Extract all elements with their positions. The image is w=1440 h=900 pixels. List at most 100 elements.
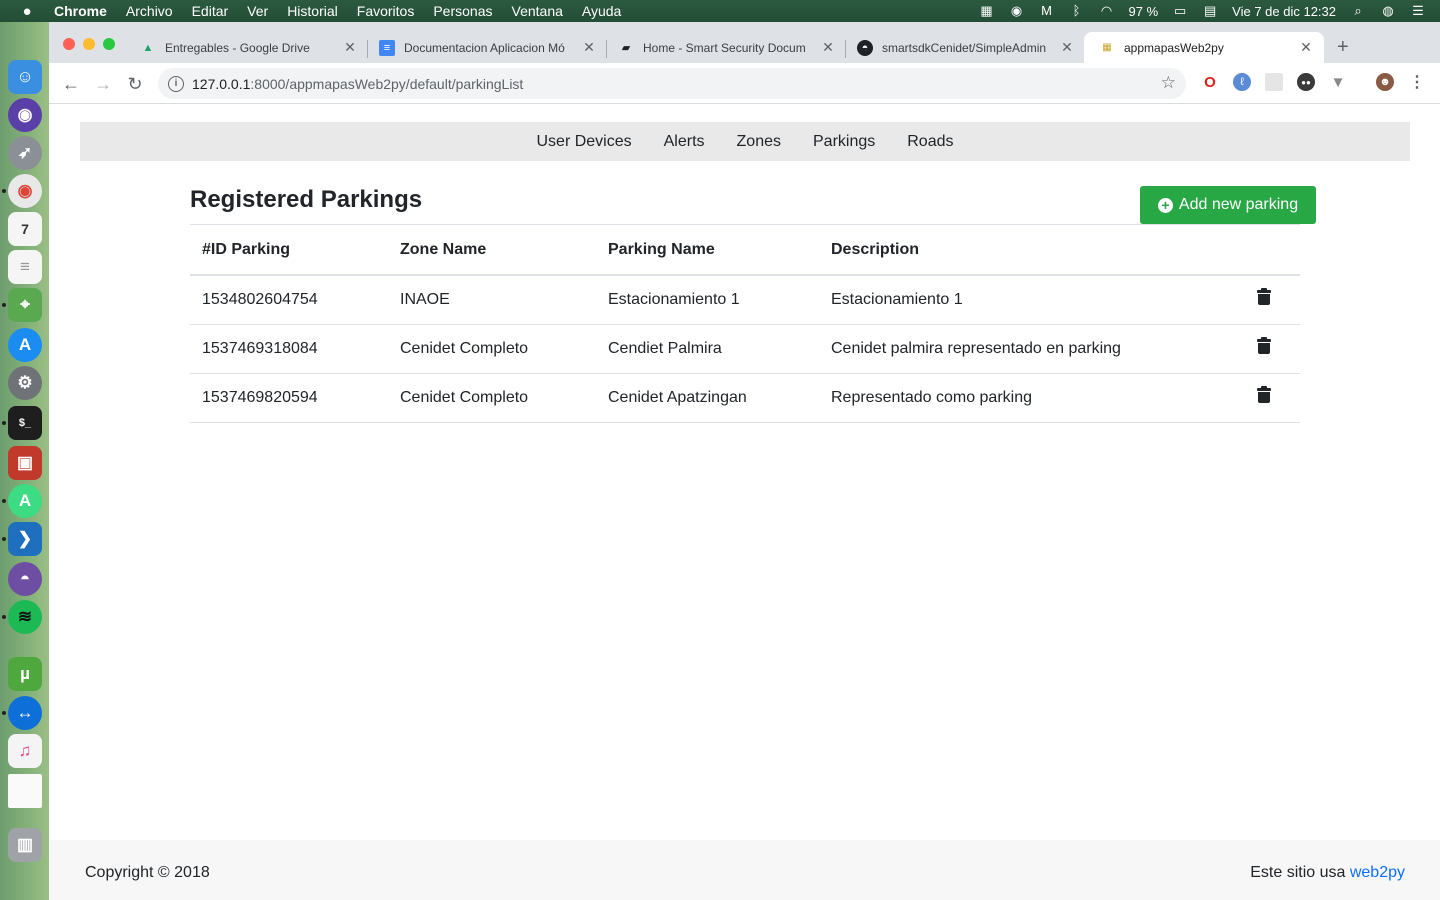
wifi-icon[interactable]: ◠ [1099, 4, 1115, 18]
main-navbar: User Devices Alerts Zones Parkings Roads [80, 122, 1410, 161]
url-path: :8000/appmapasWeb2py/default/parkingList [250, 75, 524, 92]
cell-description: Estacionamiento 1 [819, 275, 1245, 325]
terminal-icon[interactable]: $_ [8, 406, 42, 440]
photo-booth-icon[interactable]: ▣ [8, 446, 42, 480]
close-window-button[interactable] [63, 38, 75, 50]
menu-ayuda[interactable]: Ayuda [582, 3, 621, 19]
tab-documentacion[interactable]: ≡ Documentacion Aplicacion Mó ✕ [364, 32, 607, 63]
tab-github[interactable]: ◓ smartsdkCenidet/SimpleAdmin ✕ [842, 32, 1085, 63]
zoom-window-button[interactable] [103, 38, 115, 50]
add-parking-button[interactable]: + Add new parking [1140, 186, 1316, 224]
nav-zones[interactable]: Zones [737, 133, 781, 151]
menu-favoritos[interactable]: Favoritos [357, 3, 415, 19]
finder-icon[interactable]: ☺ [8, 60, 42, 94]
page-title: Registered Parkings [190, 186, 423, 213]
maps-icon[interactable]: ⌖ [8, 288, 42, 322]
android-studio-icon[interactable]: A [8, 484, 42, 518]
forward-button[interactable]: → [91, 72, 115, 96]
profile-avatar[interactable]: ☻ [1376, 73, 1394, 91]
menubar-clock[interactable]: Vie 7 de dic 12:32 [1232, 4, 1336, 19]
nav-user-devices[interactable]: User Devices [536, 133, 631, 151]
cell-zone: Cenidet Completo [388, 324, 596, 374]
tab-close-icon[interactable]: ✕ [1296, 39, 1316, 56]
menu-archivo[interactable]: Archivo [126, 3, 173, 19]
nav-roads[interactable]: Roads [907, 133, 953, 151]
github-desktop-icon[interactable]: ◓ [8, 562, 42, 596]
tab-title: appmapasWeb2py [1124, 40, 1224, 55]
delete-trash-icon[interactable] [1257, 386, 1271, 403]
itunes-icon[interactable]: ♫ [8, 734, 42, 768]
cell-actions [1245, 275, 1300, 325]
cell-parking-name: Cenidet Apatzingan [596, 373, 819, 423]
calendar-icon[interactable]: ▤ [1202, 4, 1218, 18]
app-store-icon[interactable]: A [8, 328, 42, 362]
tab-close-icon[interactable]: ✕ [1057, 39, 1077, 56]
plus-circle-icon: + [1157, 197, 1173, 213]
address-bar[interactable]: i 127.0.0.1:8000/appmapasWeb2py/default/… [158, 68, 1186, 99]
chrome-menu-icon[interactable]: ⋮ [1408, 73, 1426, 91]
menu-ventana[interactable]: Ventana [512, 3, 563, 19]
page-footer: Copyright © 2018 Este sitio usa web2py [49, 840, 1440, 900]
apple-menu-icon[interactable]: ● [0, 3, 54, 20]
minimize-window-button[interactable] [83, 38, 95, 50]
tab-close-icon[interactable]: ✕ [579, 39, 599, 56]
tab-strip: ▲ Entregables - Google Drive ✕ ≡ Documen… [49, 22, 1440, 63]
system-preferences-icon[interactable]: ⚙ [8, 366, 42, 400]
teamviewer-icon[interactable]: ↔ [8, 696, 42, 730]
recorder-extension-icon[interactable]: ●● [1297, 73, 1315, 91]
delete-trash-icon[interactable] [1257, 337, 1271, 354]
docker-icon[interactable]: ▦ [979, 4, 995, 18]
menu-editar[interactable]: Editar [192, 3, 229, 19]
launchpad-icon[interactable]: ➶ [8, 136, 42, 170]
teamviewer-status-icon[interactable]: ◉ [1009, 4, 1025, 18]
siri-icon[interactable]: ◍ [1380, 4, 1396, 18]
reminders-icon[interactable]: ≡ [8, 250, 42, 284]
cell-parking-name: Estacionamiento 1 [596, 275, 819, 325]
macos-menubar: ● Chrome Archivo Editar Ver Historial Fa… [0, 0, 1440, 22]
calendar-dock-icon[interactable]: 7 [8, 212, 42, 246]
table-row: 1534802604754 INAOE Estacionamiento 1 Es… [190, 275, 1300, 325]
bookmark-star-icon[interactable]: ☆ [1161, 73, 1176, 93]
tab-smart-security[interactable]: ▰ Home - Smart Security Docum ✕ [603, 32, 846, 63]
delete-trash-icon[interactable] [1257, 288, 1271, 306]
tab-close-icon[interactable]: ✕ [340, 39, 360, 56]
cell-zone: Cenidet Completo [388, 373, 596, 423]
url-host: 127.0.0.1 [192, 75, 251, 92]
bluetooth-icon[interactable]: ᛒ [1069, 4, 1085, 18]
battery-icon[interactable]: ▭ [1172, 4, 1188, 18]
new-tab-button[interactable]: + [1337, 36, 1349, 59]
spotlight-search-icon[interactable]: ⌕ [1350, 4, 1366, 18]
cell-description: Representado como parking [819, 373, 1245, 423]
menu-historial[interactable]: Historial [287, 3, 338, 19]
page-content: User Devices Alerts Zones Parkings Roads… [49, 104, 1440, 900]
cell-id: 1534802604754 [190, 275, 388, 325]
opera-extension-icon[interactable]: O [1201, 73, 1219, 91]
nav-alerts[interactable]: Alerts [664, 133, 705, 151]
book-icon: ▰ [621, 42, 631, 54]
vscode-icon[interactable]: ❯ [8, 522, 42, 556]
web2py-link[interactable]: web2py [1350, 864, 1405, 881]
tab-appmapasweb2py[interactable]: ▦ appmapasWeb2py ✕ [1084, 32, 1324, 63]
extension-icon[interactable]: ℓ [1233, 73, 1251, 91]
chrome-dock-icon[interactable]: ◉ [8, 174, 42, 208]
back-button[interactable]: ← [59, 72, 83, 96]
menu-personas[interactable]: Personas [433, 3, 492, 19]
menu-chrome[interactable]: Chrome [54, 3, 107, 19]
vue-devtools-icon[interactable]: ▼ [1329, 73, 1347, 91]
spotify-icon[interactable]: ≋ [8, 600, 42, 634]
cell-id: 1537469820594 [190, 373, 388, 423]
m-app-icon[interactable]: M [1039, 4, 1055, 18]
blank-extension-icon[interactable] [1265, 73, 1283, 91]
reload-button[interactable]: ↻ [123, 72, 147, 96]
site-info-icon[interactable]: i [168, 75, 184, 92]
nav-parkings[interactable]: Parkings [813, 133, 875, 151]
teamviewer-running-indicator [2, 711, 6, 715]
siri-dock-icon[interactable]: ◉ [8, 98, 42, 132]
utorrent-icon[interactable]: µ [8, 657, 42, 691]
document-icon[interactable] [8, 774, 42, 808]
trash-dock-icon[interactable]: ▥ [8, 828, 42, 862]
tab-google-drive[interactable]: ▲ Entregables - Google Drive ✕ [125, 32, 368, 63]
tab-close-icon[interactable]: ✕ [818, 39, 838, 56]
notification-center-icon[interactable]: ☰ [1410, 4, 1426, 18]
menu-ver[interactable]: Ver [247, 3, 268, 19]
